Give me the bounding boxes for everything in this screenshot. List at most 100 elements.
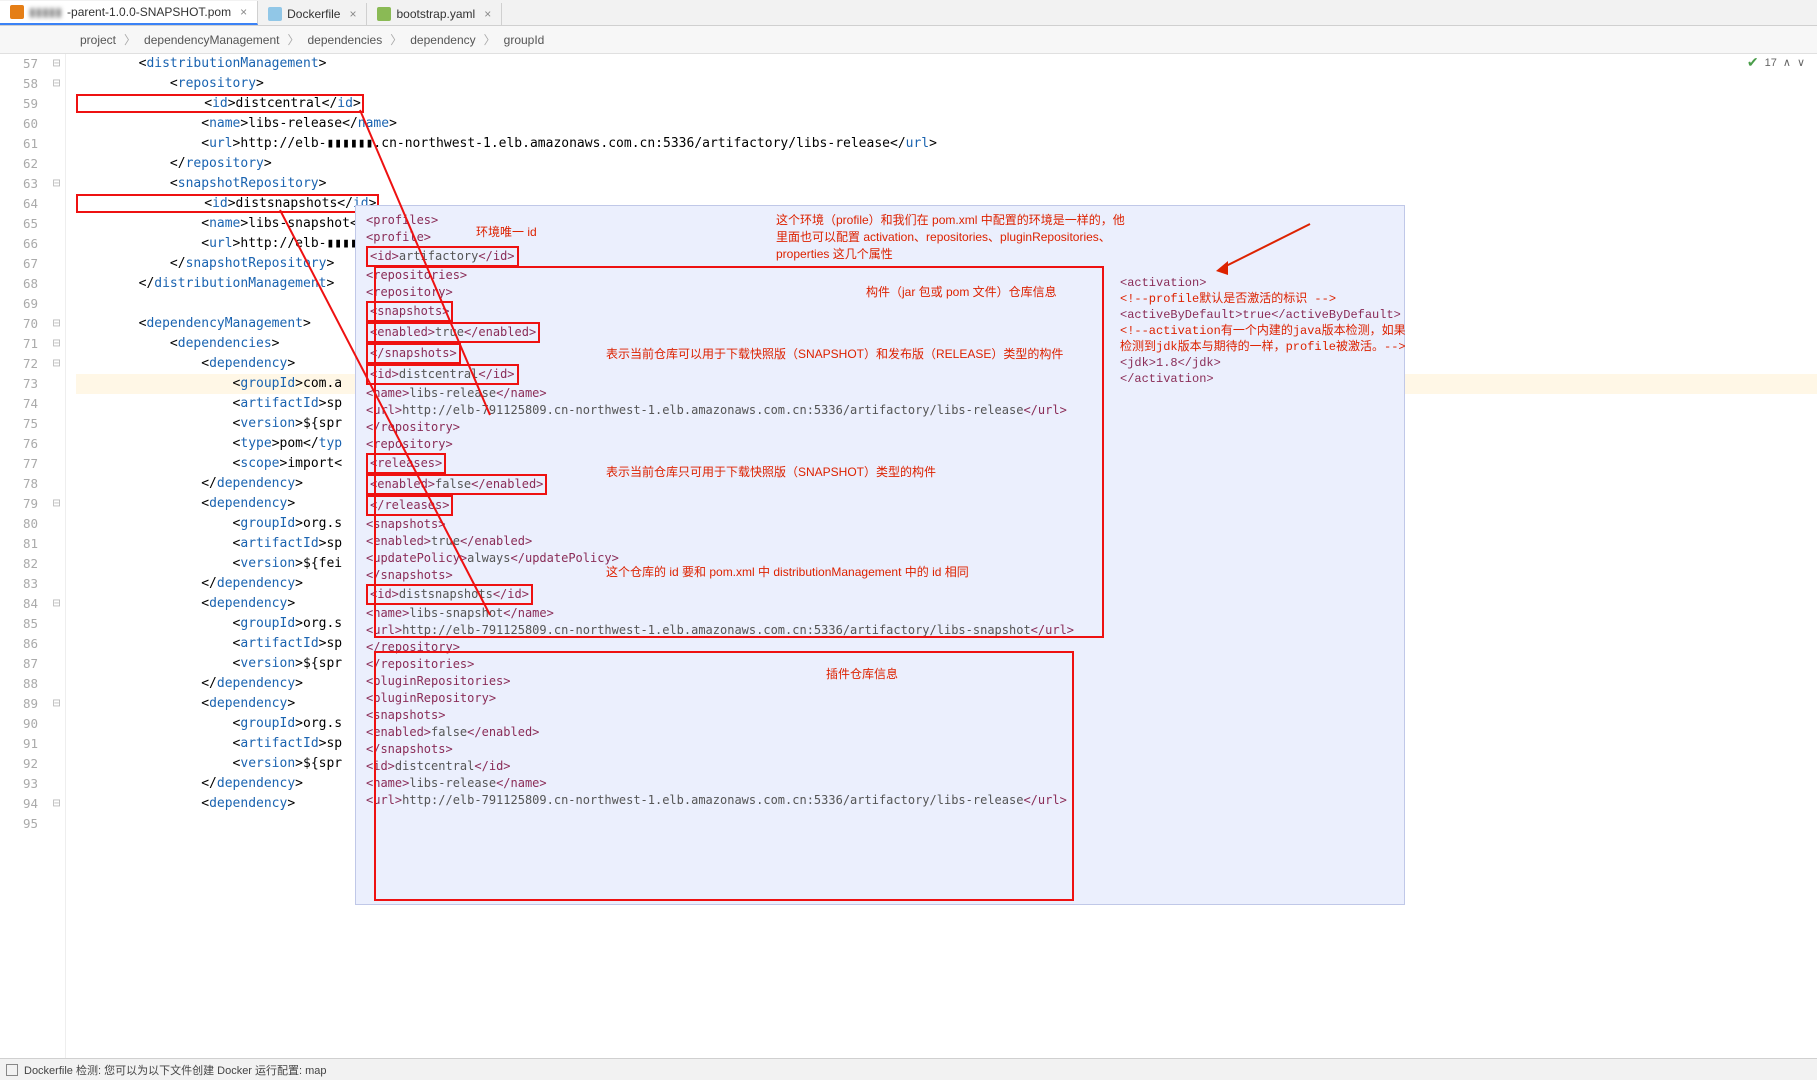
fold-marker[interactable] — [48, 94, 65, 114]
fold-marker[interactable] — [48, 254, 65, 274]
tab-label: Dockerfile — [287, 7, 340, 21]
fold-marker[interactable] — [48, 214, 65, 234]
code-line[interactable]: <name>libs-release</name> — [76, 114, 1817, 134]
yaml-icon — [377, 7, 391, 21]
breadcrumb-item[interactable]: dependencyManagement — [144, 33, 279, 47]
tab-bootstrap-yaml[interactable]: bootstrap.yaml × — [367, 3, 502, 25]
code-line[interactable]: <distributionManagement> — [76, 54, 1817, 74]
fold-marker[interactable] — [48, 534, 65, 554]
line-number: 57 — [0, 54, 38, 74]
line-number: 62 — [0, 154, 38, 174]
fold-marker[interactable] — [48, 374, 65, 394]
side-line: <activeByDefault>true</activeByDefault> — [1120, 308, 1401, 322]
line-number: 68 — [0, 274, 38, 294]
fold-marker[interactable] — [48, 614, 65, 634]
fold-marker[interactable]: ⊟ — [48, 594, 65, 614]
line-number: 69 — [0, 294, 38, 314]
breadcrumb: project 〉 dependencyManagement 〉 depende… — [0, 26, 1817, 54]
fold-marker[interactable]: ⊟ — [48, 174, 65, 194]
maven-icon — [10, 5, 24, 19]
fold-marker[interactable] — [48, 414, 65, 434]
fold-marker[interactable] — [48, 754, 65, 774]
fold-marker[interactable] — [48, 394, 65, 414]
activation-annotation: <activation> <!--profile默认是否激活的标识 --> <a… — [1120, 225, 1420, 387]
repositories-box — [374, 266, 1104, 638]
arrow-icon — [1210, 219, 1320, 279]
annot-profile-desc: 这个环境（profile）和我们在 pom.xml 中配置的环境是一样的，他里面… — [776, 212, 1126, 263]
code-line[interactable]: </repository> — [76, 154, 1817, 174]
chevron-right-icon: 〉 — [484, 31, 496, 48]
line-number: 83 — [0, 574, 38, 594]
fold-marker[interactable] — [48, 274, 65, 294]
tab-dockerfile[interactable]: Dockerfile × — [258, 3, 367, 25]
fold-column[interactable]: ⊟⊟⊟⊟⊟⊟⊟⊟⊟⊟ — [48, 54, 66, 1064]
fold-marker[interactable] — [48, 574, 65, 594]
side-line: <!--profile默认是否激活的标识 --> — [1120, 291, 1420, 307]
fold-marker[interactable] — [48, 294, 65, 314]
line-number: 89 — [0, 694, 38, 714]
fold-marker[interactable]: ⊟ — [48, 494, 65, 514]
code-line[interactable]: <id>distcentral</id> — [76, 94, 1817, 114]
fold-marker[interactable] — [48, 454, 65, 474]
fold-marker[interactable]: ⊟ — [48, 794, 65, 814]
fold-marker[interactable] — [48, 194, 65, 214]
code-line[interactable]: <url>http://elb-▮▮▮▮▮▮.cn-northwest-1.el… — [76, 134, 1817, 154]
fold-marker[interactable] — [48, 514, 65, 534]
chevron-right-icon: 〉 — [390, 31, 402, 48]
chevron-right-icon: 〉 — [287, 31, 299, 48]
fold-marker[interactable] — [48, 114, 65, 134]
fold-marker[interactable] — [48, 154, 65, 174]
fold-marker[interactable] — [48, 774, 65, 794]
line-number: 88 — [0, 674, 38, 694]
fold-marker[interactable] — [48, 234, 65, 254]
fold-marker[interactable]: ⊟ — [48, 354, 65, 374]
line-number: 58 — [0, 74, 38, 94]
fold-marker[interactable]: ⊟ — [48, 74, 65, 94]
line-number: 74 — [0, 394, 38, 414]
fold-marker[interactable]: ⊟ — [48, 54, 65, 74]
side-line: 检测到jdk版本与期待的一样，profile被激活。--> — [1120, 339, 1420, 355]
code-line[interactable]: <repository> — [76, 74, 1817, 94]
line-number: 93 — [0, 774, 38, 794]
close-icon[interactable]: × — [484, 7, 491, 21]
gutter: 5758596061626364656667686970717273747576… — [0, 54, 48, 1064]
fold-marker[interactable]: ⊟ — [48, 334, 65, 354]
side-line: <jdk>1.8</jdk> — [1120, 356, 1221, 370]
fold-marker[interactable] — [48, 714, 65, 734]
line-number: 60 — [0, 114, 38, 134]
line-number: 94 — [0, 794, 38, 814]
fold-marker[interactable] — [48, 134, 65, 154]
line-number: 80 — [0, 514, 38, 534]
line-number: 73 — [0, 374, 38, 394]
statusbar-icon[interactable] — [6, 1064, 18, 1076]
fold-marker[interactable] — [48, 814, 65, 834]
fold-marker[interactable]: ⊟ — [48, 314, 65, 334]
line-number: 76 — [0, 434, 38, 454]
line-number: 75 — [0, 414, 38, 434]
fold-marker[interactable] — [48, 674, 65, 694]
breadcrumb-item[interactable]: dependencies — [308, 33, 383, 47]
breadcrumb-item[interactable]: dependency — [410, 33, 475, 47]
fold-marker[interactable] — [48, 474, 65, 494]
line-number: 71 — [0, 334, 38, 354]
fold-marker[interactable] — [48, 654, 65, 674]
editor-tabs: ▮▮▮▮▮-parent-1.0.0-SNAPSHOT.pom × Docker… — [0, 0, 1817, 26]
close-icon[interactable]: × — [240, 5, 247, 19]
line-number: 78 — [0, 474, 38, 494]
close-icon[interactable]: × — [349, 7, 356, 21]
fold-marker[interactable] — [48, 734, 65, 754]
tab-pom[interactable]: ▮▮▮▮▮-parent-1.0.0-SNAPSHOT.pom × — [0, 1, 258, 25]
breadcrumb-item[interactable]: project — [80, 33, 116, 47]
line-number: 85 — [0, 614, 38, 634]
fold-marker[interactable] — [48, 554, 65, 574]
line-number: 66 — [0, 234, 38, 254]
code-line[interactable]: <snapshotRepository> — [76, 174, 1817, 194]
fold-marker[interactable]: ⊟ — [48, 694, 65, 714]
breadcrumb-item[interactable]: groupId — [504, 33, 545, 47]
docker-icon — [268, 7, 282, 21]
fold-marker[interactable] — [48, 634, 65, 654]
line-number: 59 — [0, 94, 38, 114]
fold-marker[interactable] — [48, 434, 65, 454]
line-number: 91 — [0, 734, 38, 754]
status-message: Dockerfile 检测: 您可以为以下文件创建 Docker 运行配置: m… — [24, 1062, 327, 1078]
